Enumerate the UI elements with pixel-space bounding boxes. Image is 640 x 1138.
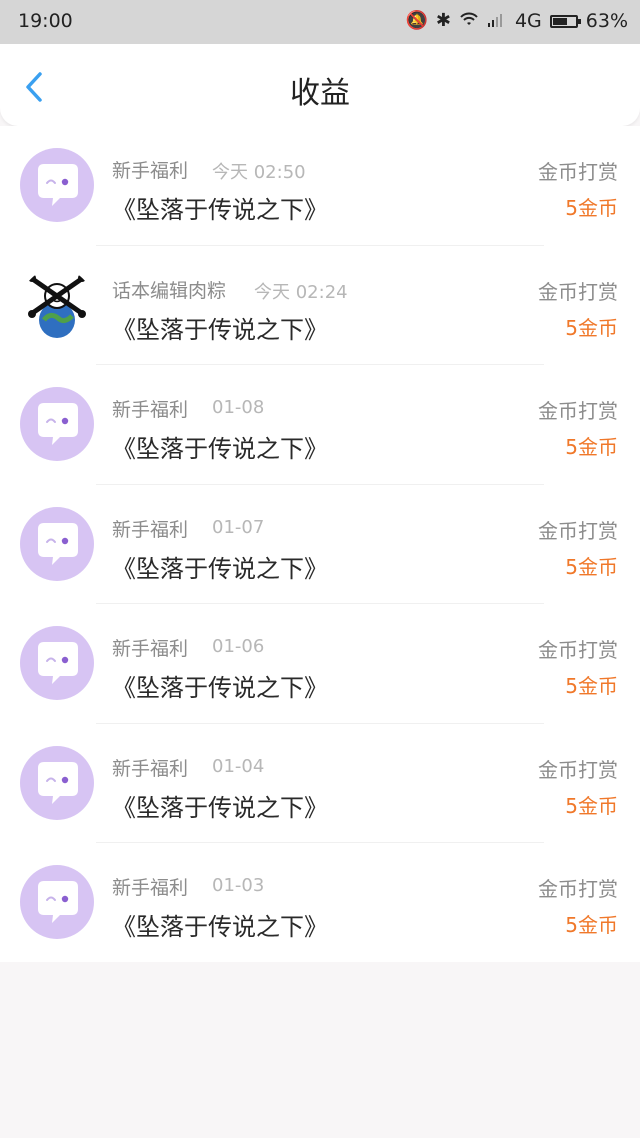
earning-item[interactable]: 新手福利 01-06 《坠落于传说之下》 金币打赏 5金币 [0,604,640,724]
item-type: 金币打赏 [538,877,618,901]
item-type: 金币打赏 [538,160,618,184]
item-time: 01-08 [212,397,265,418]
item-amount: 5金币 [565,435,618,459]
top-bar: 收益 [0,44,640,126]
earning-item[interactable]: 话本编辑肉粽 今天 02:24 《坠落于传说之下》 金币打赏 5金币 [0,246,640,365]
item-type: 金币打赏 [538,757,618,782]
battery-fill [552,17,567,25]
chat-bubble-avatar-icon [20,506,94,581]
item-book-title: 《坠落于传说之下》 [112,793,328,822]
earning-item[interactable]: 新手福利 01-08 《坠落于传说之下》 金币打赏 5金币 [0,365,640,485]
earning-item[interactable]: 新手福利 01-03 《坠落于传说之下》 金币打赏 5金币 [0,843,640,963]
earning-item[interactable]: 新手福利 01-07 《坠落于传说之下》 金币打赏 5金币 [0,485,640,604]
item-type: 金币打赏 [538,279,618,304]
chat-bubble-avatar-icon [20,626,94,700]
item-amount: 5金币 [565,196,618,220]
item-type: 金币打赏 [538,638,618,662]
item-source: 新手福利 [112,399,189,421]
battery-percent: 63% [585,10,628,32]
earning-item[interactable]: 新手福利 今天 02:50 《坠落于传说之下》 金币打赏 5金币 [0,126,640,246]
network-label: 4G [514,10,542,32]
page-title: 收益 [290,76,350,111]
item-source: 新手福利 [112,757,189,780]
item-amount: 5金币 [565,913,618,937]
earning-item[interactable]: 新手福利 01-04 《坠落于传说之下》 金币打赏 5金币 [0,724,640,843]
item-amount: 5金币 [565,315,618,340]
item-book-title: 《坠落于传说之下》 [112,315,328,344]
status-icons: 🔕 ✱ 4G 63% [405,10,628,32]
item-amount: 5金币 [565,793,618,818]
status-bar: 19:00 🔕 ✱ 4G 63% [0,0,640,44]
bluetooth-icon: ✱ [435,10,451,31]
item-book-title: 《坠落于传说之下》 [112,196,328,224]
chat-bubble-avatar-icon [20,745,94,820]
item-book-title: 《坠落于传说之下》 [112,913,328,941]
item-time: 01-03 [212,875,265,896]
item-source: 新手福利 [112,160,189,182]
item-book-title: 《坠落于传说之下》 [112,554,328,583]
item-source: 新手福利 [112,638,189,660]
item-source: 新手福利 [112,877,189,899]
item-amount: 5金币 [565,674,618,698]
status-time: 19:00 [18,10,73,32]
item-time: 今天 02:50 [212,162,306,183]
item-source: 话本编辑肉粽 [112,279,227,302]
signal-icon [487,11,507,32]
item-time: 今天 02:24 [254,281,348,303]
wifi-icon [459,11,479,32]
chat-bubble-avatar-icon [20,865,94,939]
item-time: 01-04 [212,755,265,777]
battery-icon [549,14,581,28]
item-type: 金币打赏 [538,518,618,543]
item-book-title: 《坠落于传说之下》 [112,674,328,702]
item-time: 01-06 [212,636,265,657]
bell-muted-icon: 🔕 [405,10,428,31]
item-type: 金币打赏 [538,399,618,423]
chat-bubble-avatar-icon [20,387,94,461]
user-avatar [20,267,94,342]
item-book-title: 《坠落于传说之下》 [112,435,328,463]
item-amount: 5金币 [565,554,618,579]
item-time: 01-07 [212,516,265,538]
chat-bubble-avatar-icon [20,148,94,222]
earnings-list: 新手福利 今天 02:50 《坠落于传说之下》 金币打赏 5金币 话本编辑肉粽 今天 02:… [0,126,640,962]
item-source: 新手福利 [112,518,189,541]
